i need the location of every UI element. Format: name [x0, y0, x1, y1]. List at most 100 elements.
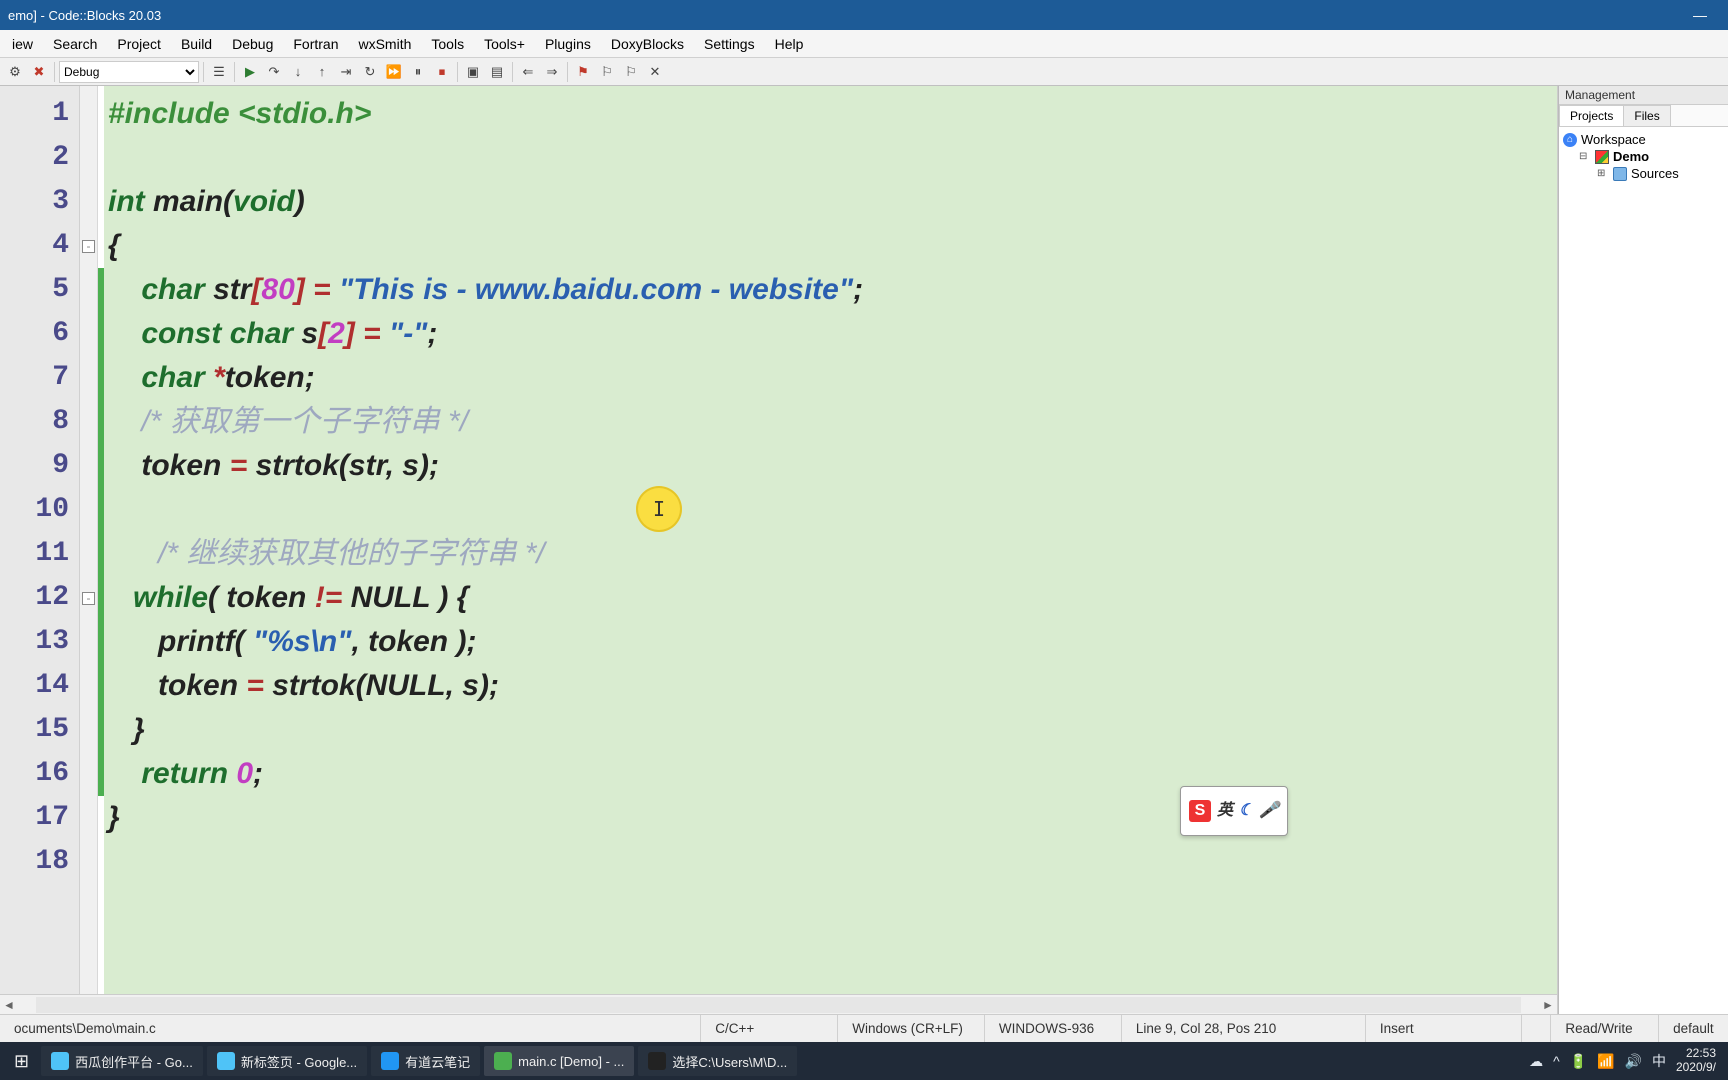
menu-doxyblocks[interactable]: DoxyBlocks	[601, 32, 694, 56]
menu-fortran[interactable]: Fortran	[283, 32, 348, 56]
menu-tools[interactable]: Tools	[421, 32, 474, 56]
tab-projects[interactable]: Projects	[1559, 105, 1624, 126]
tab-files[interactable]: Files	[1623, 105, 1670, 126]
taskbar-item[interactable]: 新标签页 - Google...	[207, 1046, 367, 1076]
step-out-button[interactable]: ↑	[311, 61, 333, 83]
menu-debug[interactable]: Debug	[222, 32, 283, 56]
tray-icon[interactable]: 📶	[1597, 1053, 1614, 1070]
menu-bar: iewSearchProjectBuildDebugFortranwxSmith…	[0, 30, 1728, 58]
minimize-button[interactable]: —	[1680, 7, 1720, 23]
flag-next-button[interactable]: ⚐	[620, 61, 642, 83]
continue-button[interactable]: ⏩	[383, 61, 405, 83]
management-tabs: Projects Files	[1559, 105, 1728, 127]
menu-plugins[interactable]: Plugins	[535, 32, 601, 56]
app-icon	[217, 1052, 235, 1070]
menu-build[interactable]: Build	[171, 32, 222, 56]
line-gutter: 123456789101112131415161718	[0, 86, 80, 994]
dbgwin1-button[interactable]: ▣	[462, 61, 484, 83]
menu-help[interactable]: Help	[765, 32, 814, 56]
build-config-select[interactable]: Debug	[59, 61, 199, 83]
taskbar-item[interactable]: 有道云笔记	[371, 1046, 480, 1076]
flag-red-button[interactable]: ⚑	[572, 61, 594, 83]
moon-icon: ☾	[1239, 789, 1253, 833]
title-bar: emo] - Code::Blocks 20.03 —	[0, 0, 1728, 30]
x-red-button[interactable]: ✖	[28, 61, 50, 83]
menu-search[interactable]: Search	[43, 32, 107, 56]
menu-iew[interactable]: iew	[2, 32, 43, 56]
tree-label: Sources	[1631, 166, 1679, 181]
nav-back-button[interactable]: ⇐	[517, 61, 539, 83]
clock-date: 2020/9/	[1676, 1061, 1716, 1075]
horizontal-scrollbar[interactable]: ◄ ►	[0, 994, 1557, 1014]
tree-project[interactable]: ⊟ Demo	[1561, 148, 1726, 165]
taskbar-clock[interactable]: 22:53 2020/9/	[1670, 1047, 1722, 1075]
tasklist-button[interactable]: ☰	[208, 61, 230, 83]
menu-wxsmith[interactable]: wxSmith	[348, 32, 421, 56]
clock-time: 22:53	[1686, 1047, 1716, 1061]
ime-mode: 英	[1217, 789, 1233, 833]
status-bar: ocuments\Demo\main.c C/C++ Windows (CR+L…	[0, 1014, 1728, 1042]
tree-workspace[interactable]: ⌂ Workspace	[1561, 131, 1726, 148]
tree-folder-sources[interactable]: ⊞ Sources	[1561, 165, 1726, 182]
restart-button[interactable]: ↻	[359, 61, 381, 83]
expand-icon[interactable]: ⊟	[1579, 151, 1591, 162]
project-tree[interactable]: ⌂ Workspace ⊟ Demo ⊞ Sources	[1559, 127, 1728, 1014]
fold-column[interactable]	[80, 86, 98, 994]
windows-icon: ⊞	[14, 1051, 29, 1072]
taskbar-item-label: 新标签页 - Google...	[241, 1052, 357, 1071]
start-button[interactable]: ⊞	[6, 1046, 37, 1076]
mic-icon: 🎤	[1259, 789, 1279, 833]
code-editor[interactable]: 123456789101112131415161718 #include <st…	[0, 86, 1557, 994]
taskbar-item[interactable]: 西瓜创作平台 - Go...	[41, 1046, 203, 1076]
step-over-button[interactable]: ↷	[263, 61, 285, 83]
taskbar-item-label: 西瓜创作平台 - Go...	[75, 1052, 193, 1071]
status-profile: default	[1659, 1015, 1728, 1042]
gear-button[interactable]: ⚙	[4, 61, 26, 83]
window-title: emo] - Code::Blocks 20.03	[8, 8, 161, 23]
taskbar-item-label: 选择C:\Users\M\D...	[672, 1052, 787, 1071]
menu-settings[interactable]: Settings	[694, 32, 765, 56]
tray-icon[interactable]: ☁	[1529, 1053, 1543, 1070]
step-into-button[interactable]: ↓	[287, 61, 309, 83]
tray-icon[interactable]: 🔋	[1570, 1053, 1587, 1070]
dbgwin2-button[interactable]: ▤	[486, 61, 508, 83]
menu-project[interactable]: Project	[107, 32, 171, 56]
app-icon	[381, 1052, 399, 1070]
tray-icon[interactable]: 中	[1652, 1051, 1666, 1071]
sogou-icon: S	[1189, 800, 1211, 822]
stop-button[interactable]: ⏹	[431, 61, 453, 83]
status-readwrite: Read/Write	[1551, 1015, 1659, 1042]
scroll-right-icon[interactable]: ►	[1539, 998, 1557, 1012]
taskbar-item-label: 有道云笔记	[405, 1052, 470, 1071]
app-icon	[494, 1052, 512, 1070]
flag-prev-button[interactable]: ⚐	[596, 61, 618, 83]
expand-icon[interactable]: ⊞	[1597, 168, 1609, 179]
editor-area: 123456789101112131415161718 #include <st…	[0, 86, 1558, 1014]
flag-clear-button[interactable]: ✕	[644, 61, 666, 83]
toolbar: ⚙✖Debug☰▶↷↓↑⇥↻⏩⏸⏹▣▤⇐⇒⚑⚐⚐✕	[0, 58, 1728, 86]
menu-tools+[interactable]: Tools+	[474, 32, 535, 56]
taskbar-item[interactable]: 选择C:\Users\M\D...	[638, 1046, 797, 1076]
tree-label: Demo	[1613, 149, 1649, 164]
code-text[interactable]: #include <stdio.h>int main(void){ char s…	[104, 86, 1557, 994]
run-to-button[interactable]: ⇥	[335, 61, 357, 83]
system-tray[interactable]: ☁ ^ 🔋 📶 🔊 中	[1529, 1051, 1666, 1071]
tray-icon[interactable]: 🔊	[1625, 1053, 1642, 1070]
play-button[interactable]: ▶	[239, 61, 261, 83]
ime-indicator[interactable]: S英☾🎤	[1180, 786, 1288, 836]
taskbar-item[interactable]: main.c [Demo] - ...	[484, 1046, 634, 1076]
scroll-left-icon[interactable]: ◄	[0, 998, 18, 1012]
project-icon	[1595, 150, 1609, 164]
taskbar: ⊞ 西瓜创作平台 - Go... 新标签页 - Google... 有道云笔记 mai…	[0, 1042, 1728, 1080]
tray-icon[interactable]: ^	[1553, 1053, 1560, 1069]
nav-fwd-button[interactable]: ⇒	[541, 61, 563, 83]
folder-icon	[1613, 167, 1627, 181]
status-language: C/C++	[701, 1015, 838, 1042]
pause-button[interactable]: ⏸	[407, 61, 429, 83]
tree-label: Workspace	[1581, 132, 1646, 147]
taskbar-item-label: main.c [Demo] - ...	[518, 1054, 624, 1069]
status-eol: Windows (CR+LF)	[838, 1015, 985, 1042]
status-encoding: WINDOWS-936	[985, 1015, 1122, 1042]
management-panel: Management Projects Files ⌂ Workspace ⊟ …	[1558, 86, 1728, 1014]
app-icon	[648, 1052, 666, 1070]
